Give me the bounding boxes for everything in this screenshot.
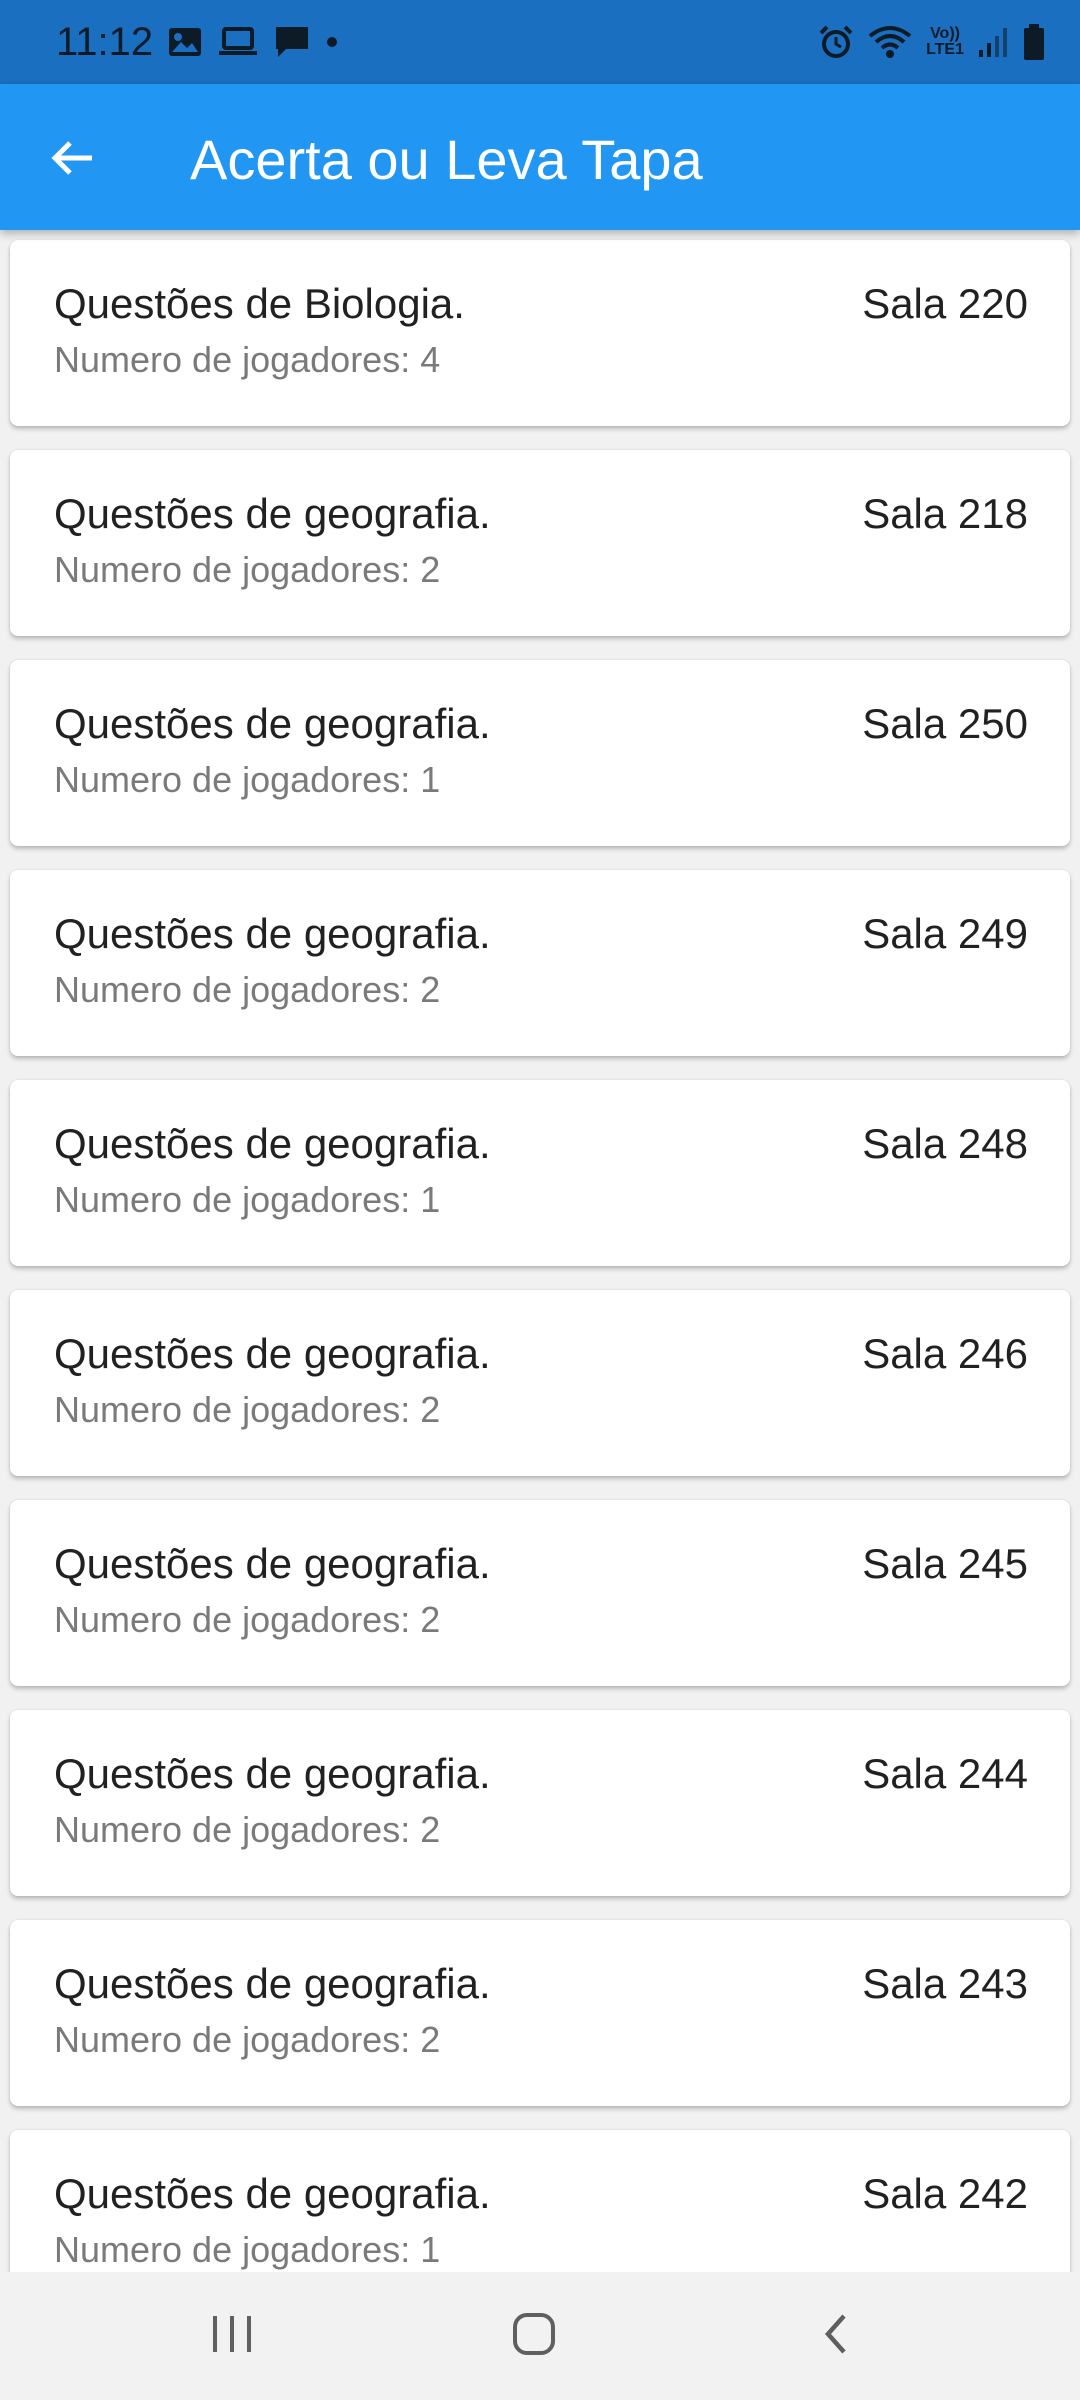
room-player-count: Numero de jogadores: 2 [54,1599,441,1640]
chat-bubble-icon [274,25,310,59]
room-card[interactable]: Questões de geografia. Sala 250 Numero d… [10,660,1070,846]
room-player-count: Numero de jogadores: 2 [54,2019,441,2060]
room-player-count: Numero de jogadores: 2 [54,1389,441,1430]
room-card[interactable]: Questões de Biologia. Sala 220 Numero de… [10,240,1070,426]
room-topic: Questões de geografia. [54,1540,491,1587]
lte-label: LTE1 [926,41,964,58]
room-topic: Questões de geografia. [54,1330,491,1377]
status-system-icons: Vo)) LTE1 [804,18,1046,66]
room-topic: Questões de geografia. [54,700,491,747]
arrow-left-icon [48,134,96,187]
room-player-count: Numero de jogadores: 2 [54,969,441,1010]
recent-apps-icon [210,2312,254,2361]
volte-label: Vo)) [930,25,960,42]
room-number: Sala 248 [862,1120,1028,1167]
battery-icon [1022,23,1046,61]
room-number: Sala 246 [862,1330,1028,1377]
room-card[interactable]: Questões de geografia. Sala 243 Numero d… [10,1920,1070,2106]
room-topic: Questões de geografia. [54,2170,491,2217]
laptop-icon [218,27,258,57]
room-number: Sala 249 [862,910,1028,957]
back-icon [814,2310,858,2363]
wifi-icon [868,24,912,60]
volte-lte-icon: Vo)) LTE1 [926,26,964,58]
back-button[interactable] [30,118,114,202]
recent-apps-button[interactable] [172,2296,292,2376]
status-notification-icons [168,20,354,64]
alarm-icon [818,24,854,60]
room-topic: Questões de geografia. [54,490,491,537]
room-number: Sala 220 [862,280,1028,327]
status-time: 11:12 [56,20,154,64]
room-card[interactable]: Questões de geografia. Sala 218 Numero d… [10,450,1070,636]
room-number: Sala 245 [862,1540,1028,1587]
room-topic: Questões de geografia. [54,1120,491,1167]
room-topic: Questões de geografia. [54,910,491,957]
app-bar: Acerta ou Leva Tapa [0,84,1080,230]
dot-icon [326,36,338,48]
room-card[interactable]: Questões de geografia. Sala 248 Numero d… [10,1080,1070,1266]
room-list[interactable]: Questões de Biologia. Sala 220 Numero de… [0,230,1080,2272]
room-topic: Questões de geografia. [54,1750,491,1797]
room-number: Sala 242 [862,2170,1028,2217]
page-title: Acerta ou Leva Tapa [190,128,703,191]
room-number: Sala 243 [862,1960,1028,2007]
home-button[interactable] [474,2296,594,2376]
room-player-count: Numero de jogadores: 2 [54,549,441,590]
room-card[interactable]: Questões de geografia. Sala 242 Numero d… [10,2130,1070,2272]
system-back-button[interactable] [776,2296,896,2376]
room-card[interactable]: Questões de geografia. Sala 244 Numero d… [10,1710,1070,1896]
image-icon [168,27,202,57]
room-player-count: Numero de jogadores: 4 [54,339,441,380]
home-icon [510,2310,558,2363]
room-player-count: Numero de jogadores: 2 [54,1809,441,1850]
room-card[interactable]: Questões de geografia. Sala 246 Numero d… [10,1290,1070,1476]
room-number: Sala 244 [862,1750,1028,1797]
room-player-count: Numero de jogadores: 1 [54,759,441,800]
room-number: Sala 218 [862,490,1028,537]
status-bar: 11:12 Vo)) LTE1 [0,0,1080,84]
room-card[interactable]: Questões de geografia. Sala 245 Numero d… [10,1500,1070,1686]
room-player-count: Numero de jogadores: 1 [54,1179,441,1220]
signal-icon [978,26,1008,58]
room-topic: Questões de geografia. [54,1960,491,2007]
room-card[interactable]: Questões de geografia. Sala 249 Numero d… [10,870,1070,1056]
system-nav-bar [0,2272,1080,2400]
room-topic: Questões de Biologia. [54,280,465,327]
room-number: Sala 250 [862,700,1028,747]
room-player-count: Numero de jogadores: 1 [54,2229,441,2270]
